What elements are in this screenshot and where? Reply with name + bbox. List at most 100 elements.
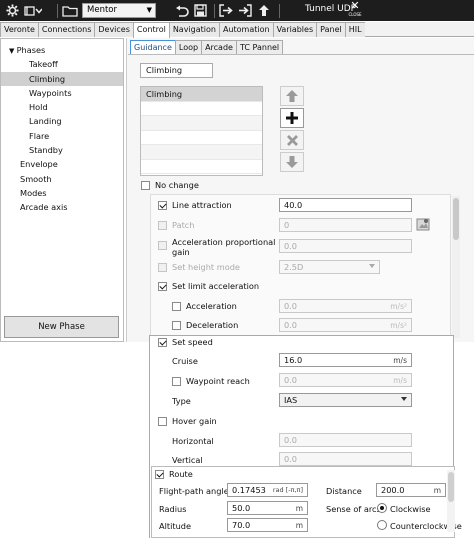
- delete-button[interactable]: [280, 130, 304, 150]
- tree-item-smooth[interactable]: Smooth: [1, 172, 123, 186]
- line-attraction-checkbox[interactable]: [158, 201, 167, 210]
- list-item-empty[interactable]: [141, 116, 262, 131]
- acceleration-input[interactable]: 0.0 m/s²: [279, 299, 412, 313]
- cruise-input[interactable]: 16.0 m/s: [279, 353, 412, 367]
- tree-item-hold[interactable]: Hold: [1, 100, 123, 114]
- counterclockwise-radio[interactable]: [377, 520, 387, 530]
- acceleration-unit: m/s²: [390, 302, 407, 311]
- accel-gain-input[interactable]: 0.0: [279, 239, 412, 253]
- close-button[interactable]: ✕ CLOSE: [345, 0, 365, 20]
- vertical-input[interactable]: 0.0: [279, 452, 412, 466]
- patch-input[interactable]: 0: [279, 218, 412, 232]
- acceleration-label: Acceleration: [186, 301, 237, 311]
- gear-icon[interactable]: [4, 0, 20, 21]
- hover-gain-checkbox[interactable]: [158, 417, 167, 426]
- tab-guidance[interactable]: Guidance: [130, 40, 176, 54]
- altitude-input[interactable]: 70.0 m: [227, 518, 308, 532]
- waypoint-reach-unit: m/s: [393, 376, 407, 385]
- tab-loop[interactable]: Loop: [174, 40, 203, 54]
- tree-item-label: Phases: [16, 45, 46, 55]
- clockwise-radio[interactable]: [377, 503, 387, 513]
- cruise-unit: m/s: [393, 356, 407, 365]
- import-icon[interactable]: [237, 0, 253, 21]
- tab-arcade[interactable]: Arcade: [201, 40, 237, 54]
- chevron-down-icon: [401, 397, 407, 401]
- arrow-down-icon: [286, 156, 298, 168]
- height-mode-select[interactable]: 2.5D: [279, 260, 380, 274]
- move-up-button[interactable]: [280, 86, 304, 106]
- tab-veronte[interactable]: Veronte: [0, 22, 39, 37]
- tree-item-envelope[interactable]: Envelope: [1, 157, 123, 171]
- no-change-checkbox[interactable]: [141, 181, 150, 190]
- toolbar-separator: [279, 4, 280, 18]
- height-mode-checkbox[interactable]: [158, 263, 167, 272]
- list-item-empty[interactable]: [141, 145, 262, 160]
- patch-checkbox[interactable]: [158, 221, 167, 230]
- acceleration-checkbox[interactable]: [172, 302, 181, 311]
- move-down-button[interactable]: [280, 152, 304, 172]
- radius-unit: m: [295, 504, 303, 513]
- tab-automation[interactable]: Automation: [218, 22, 274, 37]
- waypoint-reach-input[interactable]: 0.0 m/s: [279, 373, 412, 387]
- tree-item-waypoints[interactable]: Waypoints: [1, 86, 123, 100]
- type-select[interactable]: IAS: [279, 393, 412, 407]
- sense-of-arcs-label: Sense of arcs: [326, 504, 381, 514]
- list-item-empty[interactable]: [141, 102, 262, 116]
- route-scrollbar-thumb[interactable]: [448, 472, 454, 502]
- list-item[interactable]: Climbing: [141, 87, 262, 102]
- tree-item-landing[interactable]: Landing: [1, 114, 123, 128]
- deceleration-checkbox[interactable]: [172, 321, 181, 330]
- tree-item-standby[interactable]: Standby: [1, 143, 123, 157]
- app-selector[interactable]: Mentor ▼: [82, 3, 156, 18]
- tree-item-phases[interactable]: ▼ Phases: [1, 43, 123, 57]
- line-attraction-input[interactable]: 40.0: [279, 198, 412, 212]
- tab-hil[interactable]: HIL: [344, 22, 366, 37]
- sub-tabs: Guidance Loop Arcade TC Pannel: [130, 40, 284, 54]
- set-speed-checkbox[interactable]: [158, 338, 167, 347]
- hover-gain-label: Hover gain: [172, 416, 217, 426]
- tab-connections[interactable]: Connections: [37, 22, 96, 37]
- list-item-empty[interactable]: [141, 160, 262, 174]
- tab-tc-pannel[interactable]: TC Pannel: [235, 40, 284, 54]
- folder-icon[interactable]: [60, 0, 80, 21]
- save-icon[interactable]: [192, 0, 208, 21]
- scrollbar-thumb[interactable]: [453, 198, 459, 240]
- deceleration-input[interactable]: 0.0 m/s²: [279, 318, 412, 332]
- distance-input[interactable]: 200.0 m: [376, 483, 446, 497]
- tree-item-takeoff[interactable]: Takeoff: [1, 57, 123, 71]
- close-label: CLOSE: [348, 12, 362, 17]
- flight-path-angle-input[interactable]: 0.17453 rad [-π,π]: [227, 483, 308, 497]
- route-checkbox[interactable]: [155, 470, 164, 479]
- tree-item-modes[interactable]: Modes: [1, 186, 123, 200]
- undo-icon[interactable]: [174, 0, 190, 21]
- tree-item-climbing[interactable]: Climbing: [1, 71, 123, 86]
- upload-icon[interactable]: [256, 0, 272, 21]
- list-item-empty[interactable]: [141, 131, 262, 145]
- deceleration-unit: m/s²: [390, 321, 407, 330]
- tree-item-flare[interactable]: Flare: [1, 129, 123, 143]
- phase-name-input[interactable]: Climbing: [140, 63, 213, 78]
- new-phase-button[interactable]: New Phase: [4, 316, 119, 338]
- chevron-down-icon[interactable]: [22, 0, 44, 21]
- guidance-list[interactable]: Climbing: [140, 86, 263, 176]
- limit-accel-checkbox[interactable]: [158, 282, 167, 291]
- deceleration-label: Deceleration: [186, 320, 239, 330]
- arrow-up-icon: [286, 90, 298, 102]
- tree-item-arcade-axis[interactable]: Arcade axis: [1, 200, 123, 214]
- radius-input[interactable]: 50.0 m: [227, 501, 308, 515]
- tab-navigation[interactable]: Navigation: [168, 22, 220, 37]
- tab-panel[interactable]: Panel: [316, 22, 346, 37]
- tab-variables[interactable]: Variables: [272, 22, 318, 37]
- add-button[interactable]: [280, 108, 304, 128]
- distance-label: Distance: [326, 486, 362, 496]
- collapse-icon[interactable]: ▼: [9, 47, 17, 55]
- altitude-unit: m: [295, 521, 303, 530]
- plus-icon: [286, 112, 298, 124]
- waypoint-reach-checkbox[interactable]: [172, 377, 181, 386]
- accel-gain-checkbox[interactable]: [158, 241, 167, 250]
- map-pin-icon[interactable]: [416, 217, 430, 231]
- horizontal-input[interactable]: 0.0: [279, 433, 412, 447]
- tab-devices[interactable]: Devices: [94, 22, 134, 37]
- export-icon[interactable]: [218, 0, 234, 21]
- tab-control[interactable]: Control: [132, 22, 170, 38]
